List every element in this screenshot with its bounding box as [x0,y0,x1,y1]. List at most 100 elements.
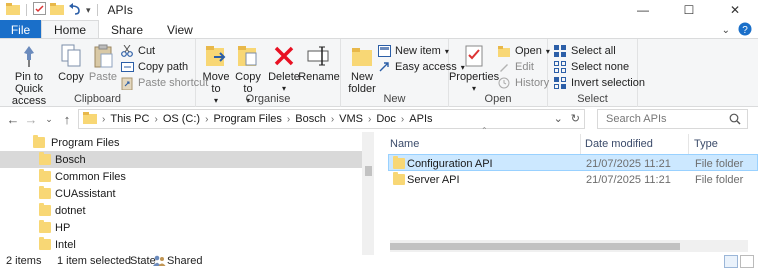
search-box[interactable]: Search APIs [597,109,748,129]
invert-selection-label: Invert selection [571,77,645,89]
easy-access-icon [377,60,391,74]
back-arrow-icon[interactable]: ← [4,108,22,130]
toolbar-divider [96,4,98,16]
select-all-button[interactable]: Select all [553,43,616,59]
easy-access-label: Easy access [395,61,457,73]
ribbon-tabs: File Home Share View ⌄ ? [0,20,758,39]
paste-button[interactable]: Paste [88,43,118,83]
column-header-type[interactable]: Type [694,134,718,154]
navigation-row: ← → ⌄ ↑ › This PC › OS (C:) › Program Fi… [0,108,758,130]
search-placeholder: Search APIs [606,113,667,125]
breadcrumb-apis[interactable]: APIs [409,113,432,125]
new-folder-icon[interactable] [50,2,64,18]
delete-button[interactable]: Delete ▾ [268,43,300,95]
customize-toolbar-chevron-icon[interactable]: ▾ [86,5,91,16]
column-divider[interactable] [580,134,581,154]
copy-path-button[interactable]: Copy path [120,59,188,75]
breadcrumb-this-pc[interactable]: This PC [110,113,149,125]
close-button[interactable]: ✕ [712,0,758,20]
folder-icon [6,2,20,18]
copy-label: Copy [58,71,84,83]
tab-view[interactable]: View [155,20,205,39]
nav-item-intel[interactable]: Intel [0,236,362,253]
nav-item-label: CUAssistant [55,187,116,200]
open-group-label: Open [484,93,512,105]
breadcrumb-vms[interactable]: VMS [339,113,363,125]
address-history-chevron-icon[interactable]: ⌄ [554,112,563,125]
row-type: File folder [695,157,744,170]
new-folder-button[interactable]: New folder [345,43,379,95]
table-row[interactable]: Configuration API 21/07/2025 11:21 File … [388,154,758,171]
properties-check-icon[interactable] [33,2,46,18]
select-none-button[interactable]: Select none [553,59,629,75]
new-item-button[interactable]: New item ▾ [377,43,449,59]
select-group: Select all Select none Invert selection … [548,39,645,107]
history-button[interactable]: History [497,75,549,91]
column-header-date-modified[interactable]: Date modified [585,134,653,154]
refresh-icon[interactable]: ↻ [571,112,580,125]
quick-access-toolbar: ▾ [0,2,100,18]
rename-button[interactable]: Rename [298,43,340,83]
scrollbar-thumb[interactable] [390,243,680,250]
breadcrumb-separator-icon: › [154,113,158,125]
file-list: ⌃ Name Date modified Type Configuration … [385,126,758,256]
nav-item-dotnet[interactable]: dotnet [0,202,362,219]
properties-icon [462,43,486,69]
tab-home[interactable]: Home [41,20,100,39]
nav-item-common-files[interactable]: Common Files [0,168,362,185]
breadcrumb-program-files[interactable]: Program Files [213,113,281,125]
undo-icon[interactable] [68,2,82,18]
edit-button[interactable]: Edit [497,59,534,75]
folder-icon [39,203,51,216]
nav-item-program-files[interactable]: Program Files [0,134,362,151]
state-value: Shared [167,255,203,267]
properties-button[interactable]: Properties ▾ [449,43,499,95]
invert-selection-icon [553,76,567,90]
nav-item-bosch[interactable]: Bosch [0,151,362,168]
maximize-button[interactable]: ☐ [666,0,712,20]
copy-to-label: Copy to [235,71,261,95]
file-list-horizontal-scrollbar[interactable] [390,240,748,252]
address-bar[interactable]: › This PC › OS (C:) › Program Files › Bo… [78,109,585,129]
open-label: Open [515,45,542,57]
recent-locations-chevron-icon[interactable]: ⌄ [40,108,58,130]
help-icon[interactable]: ? [738,22,752,39]
copy-button[interactable]: Copy [58,43,84,83]
breadcrumb-separator-icon: › [330,113,335,125]
tab-file[interactable]: File [0,20,41,39]
clipboard-group-label: Clipboard [73,93,122,105]
minimize-button[interactable]: — [620,0,666,20]
navigation-pane: Program Files Bosch Common Files CUAssis… [0,132,374,255]
up-arrow-icon[interactable]: ↑ [58,108,76,130]
invert-selection-button[interactable]: Invert selection [553,75,645,91]
large-icons-view-icon[interactable] [740,255,754,268]
cut-label: Cut [138,45,156,57]
column-header-name[interactable]: Name [390,134,419,154]
nav-item-hp[interactable]: HP [0,219,362,236]
breadcrumb-doc[interactable]: Doc [376,113,396,125]
scrollbar-thumb[interactable] [365,166,372,176]
folder-icon [39,152,51,165]
breadcrumb-separator-icon: › [368,113,372,125]
tab-share[interactable]: Share [99,20,155,39]
cut-button[interactable]: Cut [120,43,155,59]
window-title: APIs [107,3,133,17]
move-to-label: Move to [202,71,230,95]
column-divider[interactable] [688,134,689,154]
breadcrumb-os-c[interactable]: OS (C:) [163,113,200,125]
details-view-icon[interactable] [724,255,738,268]
table-row[interactable]: Server API 21/07/2025 11:21 File folder [388,171,758,188]
history-icon [497,76,511,90]
forward-arrow-icon[interactable]: → [22,108,40,130]
title-bar: ▾ APIs — ☐ ✕ [0,0,758,20]
new-group-label: New [383,93,406,105]
nav-item-cuassistant[interactable]: CUAssistant [0,185,362,202]
expand-ribbon-chevron-icon[interactable]: ⌄ [722,25,730,36]
nav-item-label: Bosch [55,153,86,166]
breadcrumb-bosch[interactable]: Bosch [295,113,326,125]
edit-icon [497,60,511,74]
navigation-pane-scrollbar[interactable] [362,132,374,255]
open-button[interactable]: Open ▾ [497,43,550,59]
row-type: File folder [695,173,744,186]
folder-icon [39,186,51,199]
